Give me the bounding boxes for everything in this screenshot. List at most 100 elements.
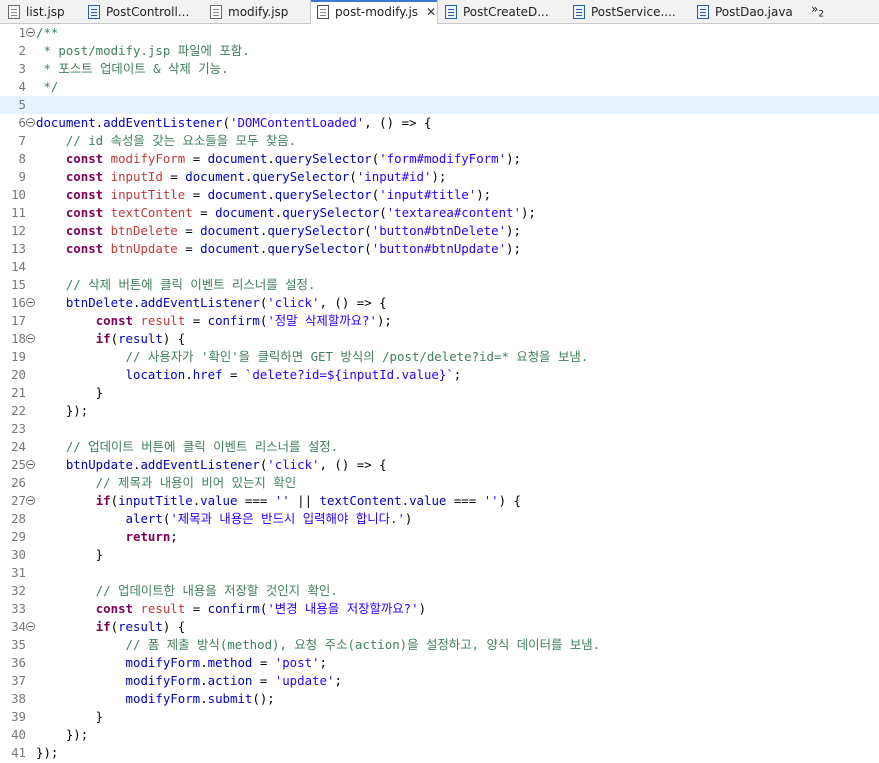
code-text: btnUpdate.addEventListener('click', () =… — [65, 457, 387, 472]
line-number: 30 — [11, 547, 26, 562]
jsp-file-icon — [210, 4, 222, 19]
tab-overflow-button[interactable]: »2 — [811, 2, 824, 19]
code-line: 33 const result = confirm('변경 내용을 저장할까요?… — [0, 600, 879, 618]
tab-label: PostService.... — [591, 4, 676, 19]
fold-collapse-icon[interactable] — [26, 28, 35, 37]
line-number: 36 — [11, 655, 26, 670]
line-number: 41 — [11, 745, 26, 760]
code-line: 15 // 삭제 버튼에 클릭 이벤트 리스너를 설정. — [0, 276, 879, 294]
tab-label: list.jsp — [26, 4, 65, 19]
code-text: * post/modify.jsp 파일에 포함. — [36, 43, 250, 58]
code-text: } — [36, 709, 104, 724]
code-line: 16 btnDelete.addEventListener('click', (… — [0, 294, 879, 312]
code-text: modifyForm.submit(); — [125, 691, 275, 706]
code-text: btnDelete.addEventListener('click', () =… — [65, 295, 387, 310]
code-line: 19 // 사용자가 '확인'을 클릭하면 GET 방식의 /post/dele… — [0, 348, 879, 366]
fold-collapse-icon[interactable] — [26, 118, 35, 127]
fold-collapse-icon[interactable] — [26, 334, 35, 343]
line-number: 28 — [11, 511, 26, 526]
tab-post-modify-js[interactable]: post-modify.js ✕ — [310, 0, 438, 24]
code-text: if(inputTitle.value === '' || textConten… — [95, 493, 522, 508]
java-file-icon — [573, 4, 585, 19]
code-line: 2 * post/modify.jsp 파일에 포함. — [0, 42, 879, 60]
java-file-icon — [445, 4, 457, 19]
line-number: 34 — [11, 619, 26, 634]
java-file-icon — [697, 4, 709, 19]
code-line: 35 // 폼 제출 방식(method), 요청 주소(action)을 설정… — [0, 636, 879, 654]
line-number: 37 — [11, 673, 26, 688]
code-line: 10 const inputTitle = document.querySele… — [0, 186, 879, 204]
fold-collapse-icon[interactable] — [26, 622, 35, 631]
line-number: 14 — [11, 259, 26, 274]
code-line: 37 modifyForm.action = 'update'; — [0, 672, 879, 690]
line-number: 9 — [18, 169, 26, 184]
code-text: const result = confirm('변경 내용을 저장할까요?') — [95, 601, 427, 616]
line-number: 39 — [11, 709, 26, 724]
tab-label: PostDao.java — [715, 4, 793, 19]
code-line: 31 — [0, 564, 879, 582]
line-number: 20 — [11, 367, 26, 382]
line-number: 24 — [11, 439, 26, 454]
code-line: 20 location.href = `delete?id=${inputId.… — [0, 366, 879, 384]
code-text: // 삭제 버튼에 클릭 이벤트 리스너를 설정. — [36, 277, 316, 292]
fold-collapse-icon[interactable] — [26, 460, 35, 469]
line-number: 40 — [11, 727, 26, 742]
fold-collapse-icon[interactable] — [26, 496, 35, 505]
line-number: 10 — [11, 187, 26, 202]
line-number: 29 — [11, 529, 26, 544]
fold-collapse-icon[interactable] — [26, 298, 35, 307]
code-text: }); — [36, 727, 89, 742]
code-text: }); — [36, 403, 89, 418]
code-text: const btnUpdate = document.querySelector… — [65, 241, 521, 256]
line-number: 26 — [11, 475, 26, 490]
tab-modify-jsp[interactable]: modify.jsp — [206, 0, 308, 23]
code-line: 23 — [0, 420, 879, 438]
code-text: // 폼 제출 방식(method), 요청 주소(action)을 설정하고,… — [36, 637, 601, 652]
tab-overflow-count: 2 — [818, 9, 825, 20]
code-line: 25 btnUpdate.addEventListener('click', (… — [0, 456, 879, 474]
code-line: 5 — [0, 96, 879, 114]
code-text: // 업데이트 버튼에 클릭 이벤트 리스너를 설정. — [36, 439, 339, 454]
code-text: return; — [125, 529, 178, 544]
code-text: } — [36, 547, 104, 562]
code-text: // 제목과 내용이 비어 있는지 확인 — [36, 475, 297, 490]
code-text: if(result) { — [95, 619, 186, 634]
line-number: 7 — [18, 133, 26, 148]
code-text: * 포스트 업데이트 & 삭제 기능. — [36, 61, 229, 76]
code-line: 30 } — [0, 546, 879, 564]
code-line: 27 if(inputTitle.value === '' || textCon… — [0, 492, 879, 510]
tab-postservice[interactable]: PostService.... — [569, 0, 687, 23]
code-text: modifyForm.method = 'post'; — [125, 655, 327, 670]
line-number: 1 — [18, 25, 26, 40]
line-number: 13 — [11, 241, 26, 256]
tab-postcreated[interactable]: PostCreateD... — [441, 0, 559, 23]
code-text: const inputId = document.querySelector('… — [65, 169, 447, 184]
code-line: 8 const modifyForm = document.querySelec… — [0, 150, 879, 168]
js-file-icon — [317, 5, 329, 19]
line-number: 17 — [11, 313, 26, 328]
code-line: 17 const result = confirm('정말 삭제할까요?'); — [0, 312, 879, 330]
tab-postcontroll[interactable]: PostControll... — [84, 0, 204, 23]
code-line: 7 // id 속성을 갖는 요소들을 모두 찾음. — [0, 132, 879, 150]
tab-label: modify.jsp — [228, 4, 289, 19]
code-line: 6 document.addEventListener('DOMContentLo… — [0, 114, 879, 132]
line-number: 5 — [18, 97, 26, 112]
line-number: 16 — [11, 295, 26, 310]
editor-tab-bar: list.jsp PostControll... modify.jsp post-mo… — [0, 0, 879, 24]
code-line: 41}); — [0, 744, 879, 762]
tab-list-jsp[interactable]: list.jsp — [4, 0, 82, 23]
code-line: 13 const btnUpdate = document.querySelec… — [0, 240, 879, 258]
code-editor[interactable]: 1/** 2 * post/modify.jsp 파일에 포함. 3 * 포스트 업… — [0, 24, 879, 763]
code-text: const textContent = document.querySelect… — [65, 205, 536, 220]
close-tab-icon[interactable]: ✕ — [426, 6, 436, 18]
code-line: 21 } — [0, 384, 879, 402]
code-line: 28 alert('제목과 내용은 반드시 입력해야 합니다.') — [0, 510, 879, 528]
code-line: 4 */ — [0, 78, 879, 96]
code-text: alert('제목과 내용은 반드시 입력해야 합니다.') — [125, 511, 413, 526]
code-line: 11 const textContent = document.querySel… — [0, 204, 879, 222]
code-line: 1 /** — [0, 24, 879, 42]
line-number: 31 — [11, 565, 26, 580]
tab-label: PostControll... — [106, 4, 190, 19]
tab-postdao-java[interactable]: PostDao.java — [693, 0, 805, 23]
code-text: const modifyForm = document.querySelecto… — [65, 151, 521, 166]
